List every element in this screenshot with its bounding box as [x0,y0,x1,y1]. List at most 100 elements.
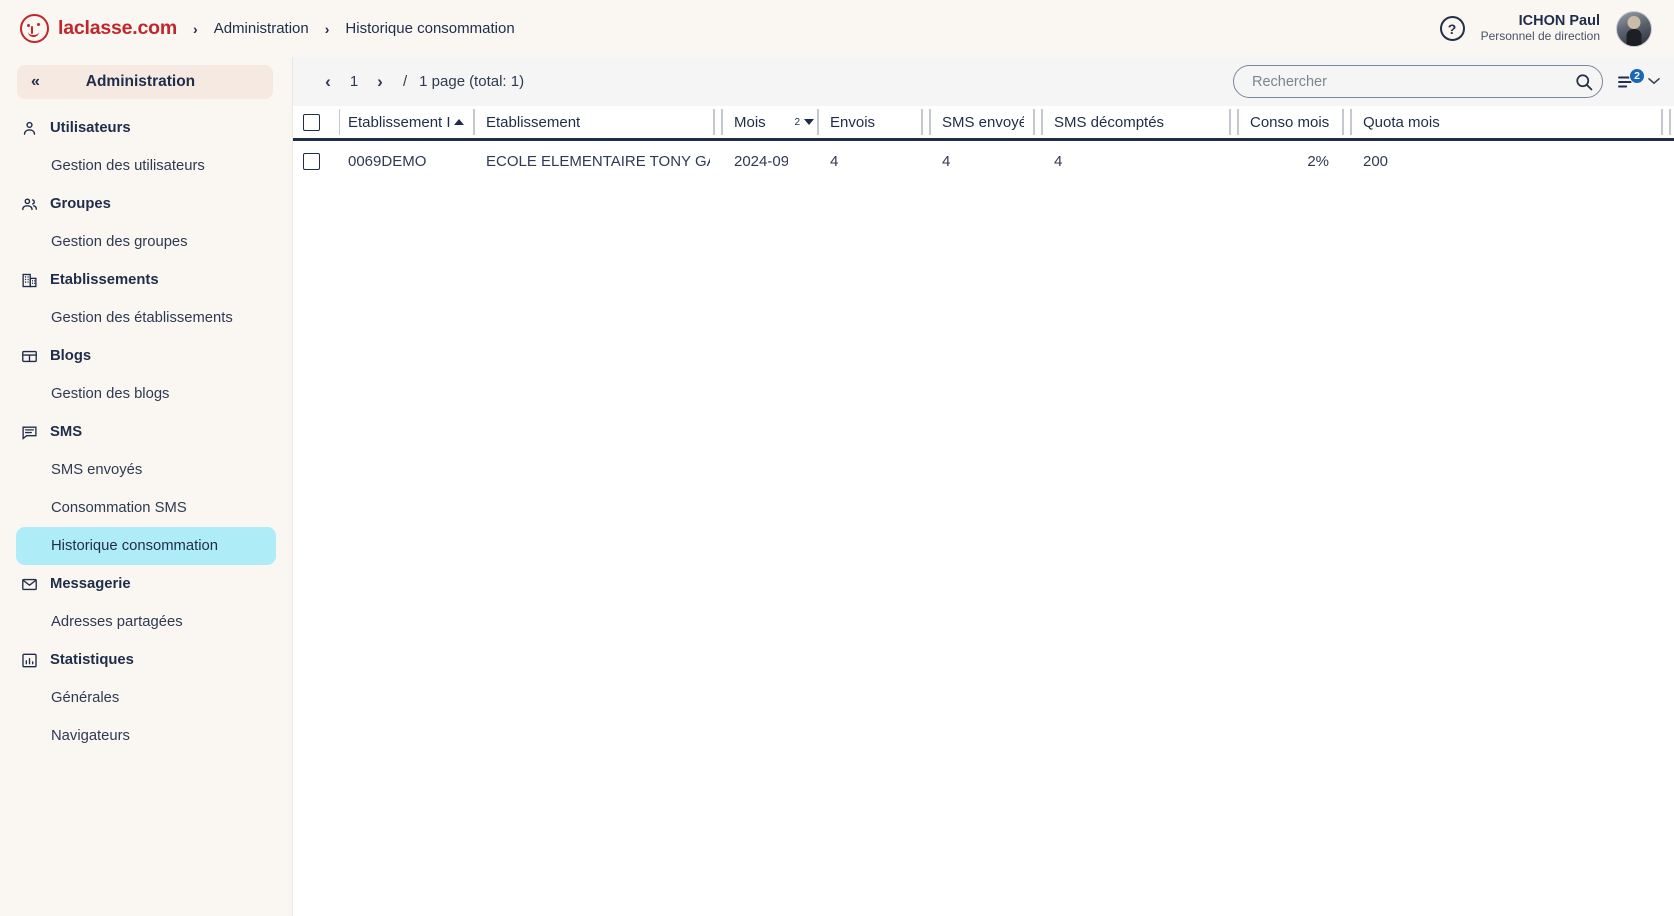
sidebar-item-groupes[interactable]: Groupes [0,185,292,223]
cell-sms-envoyes: 4 [942,152,951,170]
column-resize-handle[interactable] [1666,106,1674,138]
building-icon [21,272,38,289]
breadcrumb-item-historique-consommation[interactable]: Historique consommation [345,20,514,37]
column-resize-handle[interactable] [718,106,726,138]
current-page-number[interactable]: 1 [345,73,363,90]
user-info[interactable]: ICHON Paul Personnel de direction [1481,13,1600,43]
sort-ascending-icon[interactable] [454,119,464,125]
avatar[interactable] [1616,10,1652,47]
select-all-checkbox[interactable] [303,113,320,131]
chevron-right-icon: › [324,20,330,37]
column-header-envois[interactable]: Envois [822,106,918,138]
user-name: ICHON Paul [1518,13,1600,30]
column-resize-handle[interactable] [710,106,718,138]
column-resize-handle[interactable] [926,106,934,138]
sidebar-item-gestion-des-utilisateurs[interactable]: Gestion des utilisateurs [16,147,276,185]
cell-spacer [1598,141,1674,181]
next-page-button[interactable]: › [367,69,393,95]
table-row[interactable]: 0069DEMO ECOLE ELEMENTAIRE TONY GAR 2024… [293,141,1674,181]
search-input[interactable] [1233,65,1603,98]
cell-etablissement: ECOLE ELEMENTAIRE TONY GAR [486,152,710,170]
column-resize-handle[interactable] [1038,106,1046,138]
user-icon [21,120,38,137]
sidebar-item-etablissements[interactable]: Etablissements [0,261,292,299]
filter-columns-button[interactable]: 2 [1611,67,1664,95]
column-header-etablissement[interactable]: Etablissement [478,106,710,138]
table-toolbar: ‹ 1 › / 1 page (total: 1) Rechercher 2 [293,57,1674,106]
column-resize-handle[interactable] [1347,106,1355,138]
sidebar-item-blogs[interactable]: Blogs [0,337,292,375]
column-resize-handle[interactable] [1226,106,1234,138]
sidebar-item-gestion-des-groupes[interactable]: Gestion des groupes [16,223,276,261]
breadcrumb-item-administration[interactable]: Administration [214,20,309,37]
sidebar-item-historique-consommation[interactable]: Historique consommation [16,527,276,565]
row-checkbox[interactable] [303,152,320,170]
sidebar-item-label: SMS [50,424,83,440]
message-icon [21,424,38,441]
sidebar-collapse-button[interactable]: « [31,74,40,90]
column-resize-handle[interactable] [1030,106,1038,138]
sidebar-item-label: Générales [51,690,120,706]
sidebar-item-label: Adresses partagées [51,614,183,630]
column-resize-handle[interactable] [1234,106,1242,138]
select-all-cell [293,106,339,138]
top-bar: laclasse.com › Administration › Historiq… [0,0,1674,57]
row-gap [1339,141,1347,181]
sidebar-item-generales[interactable]: Générales [16,679,276,717]
column-header-sms-decomptes[interactable]: SMS décomptés [1046,106,1226,138]
row-gap [1226,141,1234,181]
column-header-quota-mois[interactable]: Quota mois [1355,106,1598,138]
row-gap [918,141,926,181]
brand-link[interactable]: laclasse.com [20,14,177,43]
search-icon[interactable] [1570,68,1597,95]
cell-etablissement-id: 0069DEMO [348,152,427,170]
sidebar-item-navigateurs[interactable]: Navigateurs [16,717,276,755]
column-header-sms-envoyes[interactable]: SMS envoyé [934,106,1030,138]
sort-order-number: 2 [794,116,800,128]
sort-order-indicator-mois[interactable]: 2 [788,106,814,138]
sidebar-item-statistiques[interactable]: Statistiques [0,641,292,679]
sidebar-item-messagerie[interactable]: Messagerie [0,565,292,603]
sort-descending-icon[interactable] [804,119,814,125]
sidebar-item-label: Blogs [50,348,92,364]
column-resize-handle[interactable] [814,106,822,138]
column-header-mois[interactable]: Mois [726,106,788,138]
sidebar-item-label: Messagerie [50,576,131,592]
column-header-label: Conso mois [1250,113,1330,131]
sidebar-title: Administration [85,73,196,90]
pagination-slash: / [403,73,408,90]
row-gap [718,141,726,181]
help-icon[interactable]: ? [1439,16,1465,41]
sidebar-item-gestion-des-etablissements[interactable]: Gestion des établissements [16,299,276,337]
chevron-down-icon[interactable] [1648,76,1660,88]
previous-page-button[interactable]: ‹ [315,69,341,95]
cell-sms-decomptes: 4 [1054,152,1063,170]
filter-icon: 2 [1617,67,1645,91]
column-header-conso-mois[interactable]: Conso mois [1242,106,1339,138]
chart-icon [21,652,38,669]
column-header-etablissement-id[interactable]: Etablissement Id [340,106,470,138]
top-bar-right: ? ICHON Paul Personnel de direction [1439,10,1652,47]
row-gap [1234,141,1242,181]
sidebar-item-gestion-des-blogs[interactable]: Gestion des blogs [16,375,276,413]
row-gap [710,141,718,181]
column-resize-handle[interactable] [1339,106,1347,138]
sidebar-item-label: Navigateurs [51,728,130,744]
sidebar-item-label: Gestion des établissements [51,310,233,326]
cell-quota-mois: 200 [1363,152,1389,170]
cell-envois: 4 [830,152,839,170]
column-header-label: Etablissement [486,113,581,131]
user-role: Personnel de direction [1480,28,1600,43]
sidebar-item-utilisateurs[interactable]: Utilisateurs [0,109,292,147]
column-header-label: Quota mois [1363,113,1440,131]
column-resize-handle[interactable] [918,106,926,138]
sidebar-item-sms[interactable]: SMS [0,413,292,451]
sidebar-item-consommation-sms[interactable]: Consommation SMS [16,489,276,527]
column-header-label: Envois [830,113,876,131]
column-resize-handle[interactable] [1658,106,1666,138]
sidebar-item-label: Statistiques [50,652,134,668]
column-resize-handle[interactable] [470,106,478,138]
sidebar-item-adresses-partagees[interactable]: Adresses partagées [16,603,276,641]
sidebar-item-sms-envoyes[interactable]: SMS envoyés [16,451,276,489]
sidebar-item-label: Gestion des groupes [51,234,188,250]
